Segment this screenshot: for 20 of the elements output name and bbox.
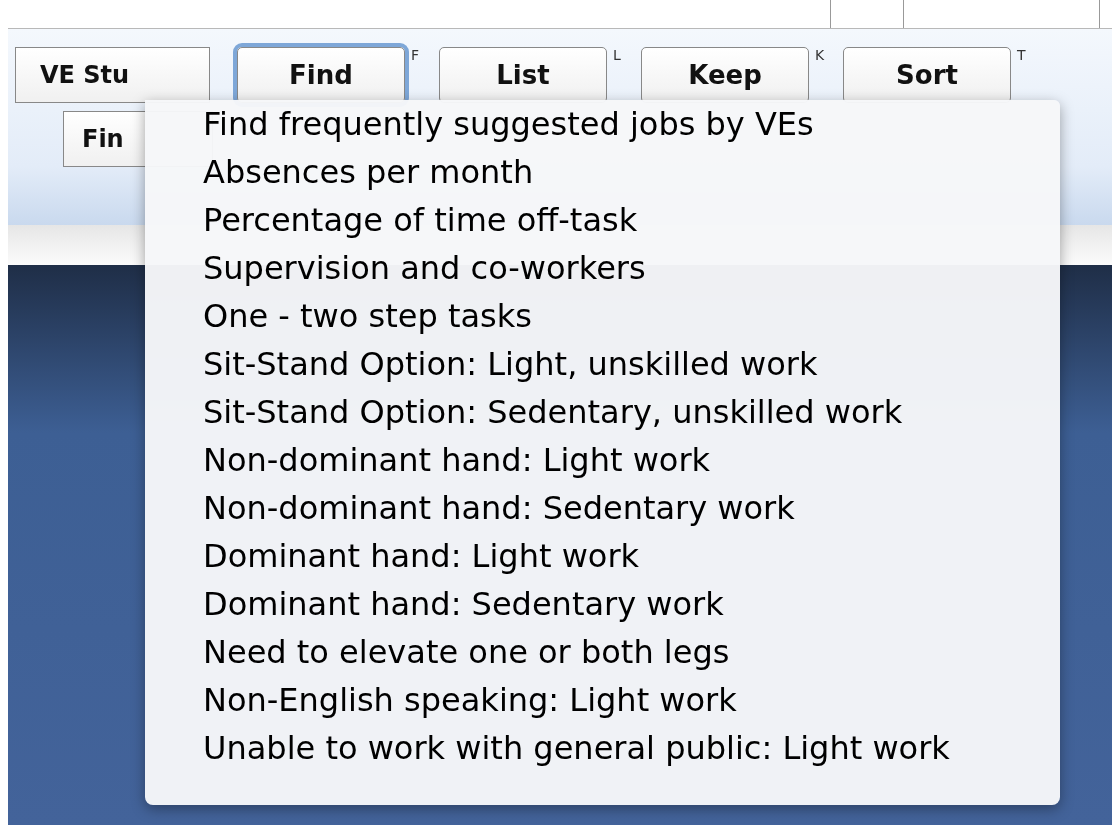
menu-item[interactable]: One - two step tasks [145, 292, 1060, 340]
menu-item[interactable]: Non-dominant hand: Sedentary work [145, 484, 1060, 532]
menu-item[interactable]: Unable to work with general public: Light work [145, 724, 1060, 772]
menu-item[interactable]: Sit-Stand Option: Sedentary, unskilled work [145, 388, 1060, 436]
shortcut-label: L [612, 47, 622, 63]
shortcut-label: T [1016, 47, 1027, 63]
menu-item[interactable]: Percentage of time off-task [145, 196, 1060, 244]
shortcut-label: K [814, 47, 826, 63]
menu-item[interactable]: Non-dominant hand: Light work [145, 436, 1060, 484]
ve-stuff-button[interactable]: VE Stu [15, 47, 210, 103]
menu-item[interactable]: Dominant hand: Sedentary work [145, 580, 1060, 628]
menu-item[interactable]: Dominant hand: Light work [145, 532, 1060, 580]
toolbar-button[interactable]: List [439, 47, 607, 103]
menu-item[interactable]: Need to elevate one or both legs [145, 628, 1060, 676]
menu-item[interactable]: Non-English speaking: Light work [145, 676, 1060, 724]
shortcut-label: F [410, 47, 421, 63]
menu-item[interactable]: Sit-Stand Option: Light, unskilled work [145, 340, 1060, 388]
toolbar-button[interactable]: Keep [641, 47, 809, 103]
toolbar-button[interactable]: Sort [843, 47, 1011, 103]
menu-item[interactable]: Supervision and co-workers [145, 244, 1060, 292]
